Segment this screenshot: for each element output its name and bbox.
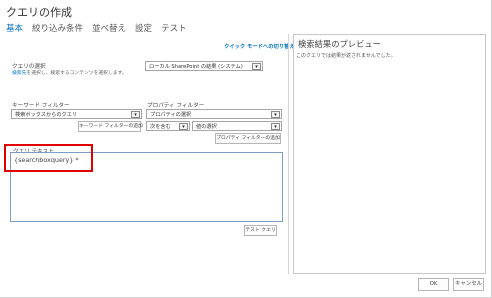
select-query-hint-text: を選択し、検索するコンテンツを選択します。	[26, 71, 127, 76]
test-query-button[interactable]: テスト クエリ	[244, 225, 277, 236]
property-select[interactable]: プロパティの選択 ▾	[146, 109, 282, 119]
source-link[interactable]: 検索先	[12, 71, 26, 76]
dialog-title: クエリの作成	[6, 6, 72, 19]
preview-panel	[293, 34, 486, 274]
operator-select[interactable]: 次を含む ▾	[146, 121, 190, 131]
chevron-down-icon: ▾	[252, 63, 261, 70]
tab-settings[interactable]: 設定	[135, 22, 152, 34]
query-builder-dialog: クエリの作成 基本 絞り込み条件 並べ替え 設定 テスト クイック モードへの切…	[0, 0, 492, 298]
tab-refiners[interactable]: 絞り込み条件	[32, 22, 83, 34]
quick-mode-link[interactable]: クイック モードへの切り替え	[224, 42, 295, 50]
value-select-value: 値の選択	[196, 124, 217, 130]
tab-test[interactable]: テスト	[161, 22, 187, 34]
tab-bar: 基本 絞り込み条件 並べ替え 設定 テスト	[6, 22, 187, 34]
highlight-box	[4, 144, 93, 172]
select-query-hint: 検索先を選択し、検索するコンテンツを選択します。	[12, 69, 127, 76]
chevron-down-icon: ▾	[271, 123, 280, 130]
operator-select-value: 次を含む	[150, 124, 171, 130]
add-property-filter-button[interactable]: プロパティ フィルターの追加	[215, 133, 281, 144]
add-keyword-filter-button[interactable]: キーワード フィルターの追加	[78, 121, 143, 132]
keyword-filter-label: キーワード フィルター	[12, 103, 70, 109]
tab-basics[interactable]: 基本	[6, 22, 23, 34]
chevron-down-icon: ▾	[179, 123, 188, 130]
keyword-filter-select[interactable]: 検索ボックスからのクエリ ▾	[11, 109, 142, 119]
cancel-button[interactable]: キャンセル	[453, 278, 484, 291]
ok-button[interactable]: OK	[418, 278, 449, 291]
property-filter-label: プロパティ フィルター	[147, 103, 205, 109]
panel-divider	[288, 34, 289, 274]
preview-title: 検索結果のプレビュー	[298, 39, 381, 49]
result-source-value: ローカル SharePoint の結果 (システム)	[149, 64, 243, 70]
chevron-down-icon: ▾	[131, 111, 140, 118]
tab-sorting[interactable]: 並べ替え	[92, 22, 126, 34]
keyword-filter-value: 検索ボックスからのクエリ	[15, 112, 78, 118]
result-source-select[interactable]: ローカル SharePoint の結果 (システム) ▾	[145, 61, 263, 71]
preview-message: このクエリでは結果が返されませんでした。	[296, 53, 396, 59]
value-select[interactable]: 値の選択 ▾	[192, 121, 282, 131]
property-select-value: プロパティの選択	[150, 112, 192, 118]
chevron-down-icon: ▾	[271, 111, 280, 118]
